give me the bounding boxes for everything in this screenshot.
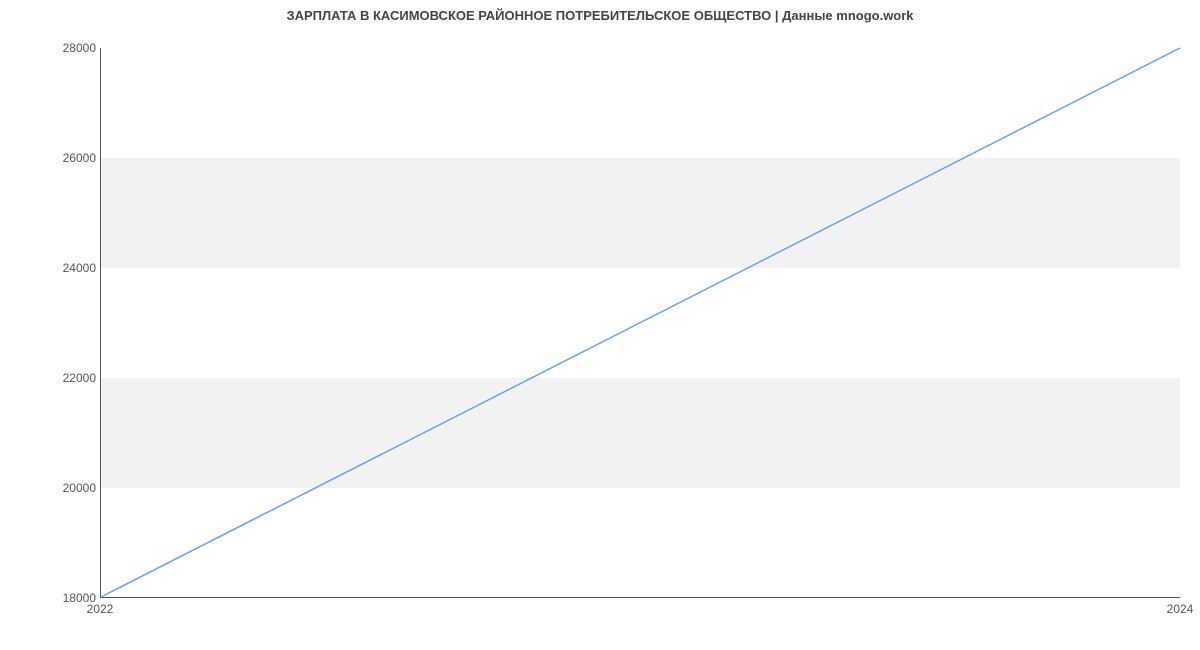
y-tick-label: 28000 — [6, 41, 96, 55]
y-tick-label: 26000 — [6, 151, 96, 165]
line-chart: ЗАРПЛАТА В КАСИМОВСКОЕ РАЙОННОЕ ПОТРЕБИТ… — [0, 0, 1200, 650]
x-tick-label: 2022 — [87, 602, 114, 616]
chart-title: ЗАРПЛАТА В КАСИМОВСКОЕ РАЙОННОЕ ПОТРЕБИТ… — [0, 8, 1200, 23]
data-line — [101, 48, 1180, 597]
y-tick-label: 20000 — [6, 481, 96, 495]
y-tick-label: 18000 — [6, 591, 96, 605]
y-tick-label: 24000 — [6, 261, 96, 275]
plot-area — [100, 48, 1180, 598]
x-tick-label: 2024 — [1167, 602, 1194, 616]
y-tick-label: 22000 — [6, 371, 96, 385]
